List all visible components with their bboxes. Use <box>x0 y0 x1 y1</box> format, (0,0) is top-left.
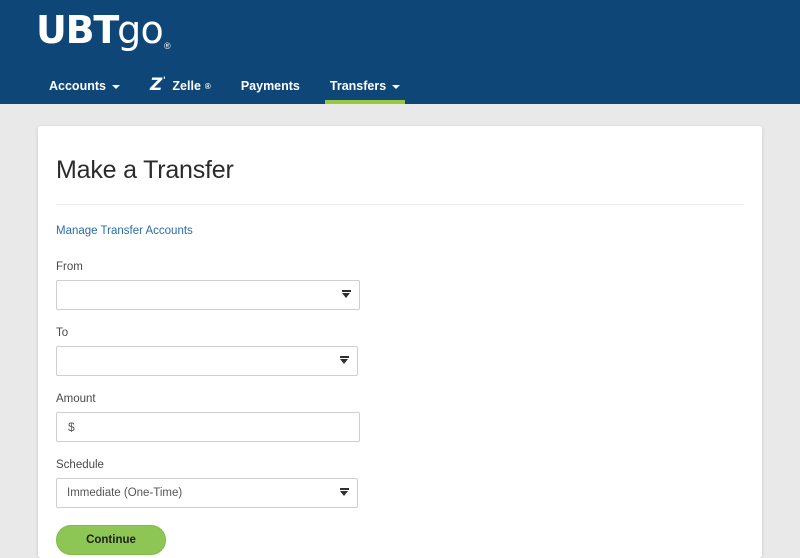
zelle-registered-mark: ® <box>204 81 211 91</box>
schedule-label: Schedule <box>56 459 104 471</box>
chevron-down-icon <box>111 85 120 89</box>
dropdown-arrow-icon <box>331 358 357 364</box>
schedule-select-value: Immediate (One-Time) <box>67 487 183 499</box>
site-header: UBT go ® Accounts Z ' Zelle ® Payments T… <box>0 0 800 104</box>
logo-text-ubt: UBT <box>36 8 119 52</box>
main-navigation: Accounts Z ' Zelle ® Payments Transfers <box>0 68 800 104</box>
field-from: From <box>56 261 744 310</box>
nav-item-transfers[interactable]: Transfers <box>319 68 411 104</box>
to-select[interactable] <box>56 346 358 376</box>
field-amount: Amount $ <box>56 393 744 442</box>
nav-item-zelle[interactable]: Z ' Zelle ® <box>139 68 222 104</box>
transfer-card: Make a Transfer Manage Transfer Accounts… <box>38 126 762 558</box>
field-schedule: Schedule Immediate (One-Time) <box>56 459 744 508</box>
transfer-form: From To Amount $ Schedule Immediate (One… <box>56 261 744 555</box>
zelle-apostrophe-icon: ' <box>163 75 166 85</box>
page-title: Make a Transfer <box>56 156 234 184</box>
amount-label: Amount <box>56 393 96 405</box>
field-to: To <box>56 327 744 376</box>
to-label: To <box>56 327 69 339</box>
page-body: Make a Transfer Manage Transfer Accounts… <box>0 104 800 558</box>
title-divider <box>56 204 744 205</box>
ubtgo-logo[interactable]: UBT go ® <box>36 11 171 53</box>
schedule-select[interactable]: Immediate (One-Time) <box>56 478 358 508</box>
currency-symbol-icon: $ <box>68 420 75 434</box>
continue-button[interactable]: Continue <box>56 525 166 555</box>
from-label: From <box>56 261 83 273</box>
nav-item-payments[interactable]: Payments <box>230 68 311 104</box>
dropdown-arrow-icon <box>333 292 359 298</box>
zelle-z-glyph: Z <box>149 74 163 95</box>
logo-text-go: go <box>117 8 164 52</box>
nav-item-zelle-label: Zelle <box>172 79 201 93</box>
zelle-logo-icon: Z ' Zelle ® <box>149 74 211 95</box>
nav-item-accounts[interactable]: Accounts <box>38 68 131 104</box>
chevron-down-icon <box>392 85 401 89</box>
from-select[interactable] <box>56 280 360 310</box>
logo-registered-mark: ® <box>163 41 171 51</box>
nav-item-accounts-label: Accounts <box>49 79 106 93</box>
nav-item-payments-label: Payments <box>240 79 300 93</box>
manage-transfer-accounts-link[interactable]: Manage Transfer Accounts <box>56 225 193 237</box>
dropdown-arrow-icon <box>331 490 357 496</box>
amount-input[interactable]: $ <box>56 412 360 442</box>
nav-item-transfers-label: Transfers <box>329 79 387 93</box>
